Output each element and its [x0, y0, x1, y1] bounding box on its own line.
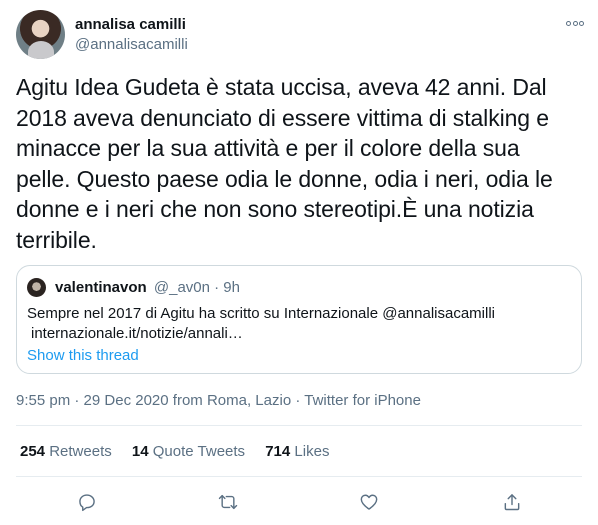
quoted-tweet-header: valentinavon @_av0n · 9h — [55, 279, 240, 296]
heart-icon — [360, 494, 378, 510]
quoted-author-handle: @_av0n · 9h — [153, 279, 240, 296]
quoted-tweet-link[interactable]: internazionale.it/notizie/annali… — [31, 324, 243, 344]
likes-stat[interactable]: 714 Likes — [265, 443, 329, 460]
reply-button[interactable] — [70, 485, 104, 519]
share-button[interactable] — [495, 485, 529, 519]
quote-tweets-count: 14 — [131, 443, 149, 460]
reply-icon — [79, 494, 95, 512]
tweet-time-link[interactable]: 9:55 pm · 29 Dec 2020 — [16, 392, 169, 409]
quoted-tweet-text: Sempre nel 2017 di Agitu ha scritto su I… — [27, 305, 495, 322]
tweet-actions-bar — [0, 485, 598, 519]
retweets-count: 254 — [20, 443, 46, 460]
retweet-button[interactable] — [211, 485, 245, 519]
divider — [16, 425, 582, 426]
engagement-stats: 254 Retweets 14 Quote Tweets 714 Likes — [20, 443, 345, 460]
likes-label: Likes — [294, 443, 330, 460]
show-thread-link[interactable]: Show this thread — [27, 346, 139, 366]
tweet-metadata: 9:55 pm · 29 Dec 2020 from Roma, Lazio ·… — [16, 392, 421, 409]
tweet-text: Agitu Idea Gudeta è stata uccisa, aveva … — [16, 74, 553, 253]
tweet-time: 9:55 pm — [16, 392, 71, 409]
retweets-stat[interactable]: 254 Retweets — [20, 443, 112, 460]
tweet-location-link[interactable]: from Roma, Lazio — [173, 392, 291, 409]
author-display-name[interactable]: annalisa camilli — [75, 16, 186, 33]
quoted-author-avatar — [27, 278, 46, 297]
author-handle[interactable]: @annalisacamilli — [75, 36, 188, 53]
tweet-date: 29 Dec 2020 — [83, 392, 169, 409]
more-horizontal-icon[interactable] — [566, 14, 584, 32]
quote-tweets-label: Quote Tweets — [152, 443, 246, 460]
likes-count: 714 — [265, 443, 291, 460]
divider — [16, 476, 582, 477]
retweet-icon — [218, 494, 238, 510]
like-button[interactable] — [352, 485, 386, 519]
separator: · — [70, 392, 84, 409]
share-icon — [504, 494, 520, 511]
quoted-tweet-card[interactable]: valentinavon @_av0n · 9h Sempre nel 2017… — [16, 265, 582, 374]
separator: · — [291, 392, 305, 409]
tweet: annalisa camilli @annalisacamilli Agitu … — [0, 0, 598, 525]
quote-tweets-stat[interactable]: 14 Quote Tweets — [132, 443, 245, 460]
quoted-author-name: valentinavon — [55, 279, 147, 296]
author-avatar[interactable] — [16, 10, 65, 59]
retweets-label: Retweets — [49, 443, 112, 460]
tweet-source-link[interactable]: Twitter for iPhone — [304, 392, 421, 409]
